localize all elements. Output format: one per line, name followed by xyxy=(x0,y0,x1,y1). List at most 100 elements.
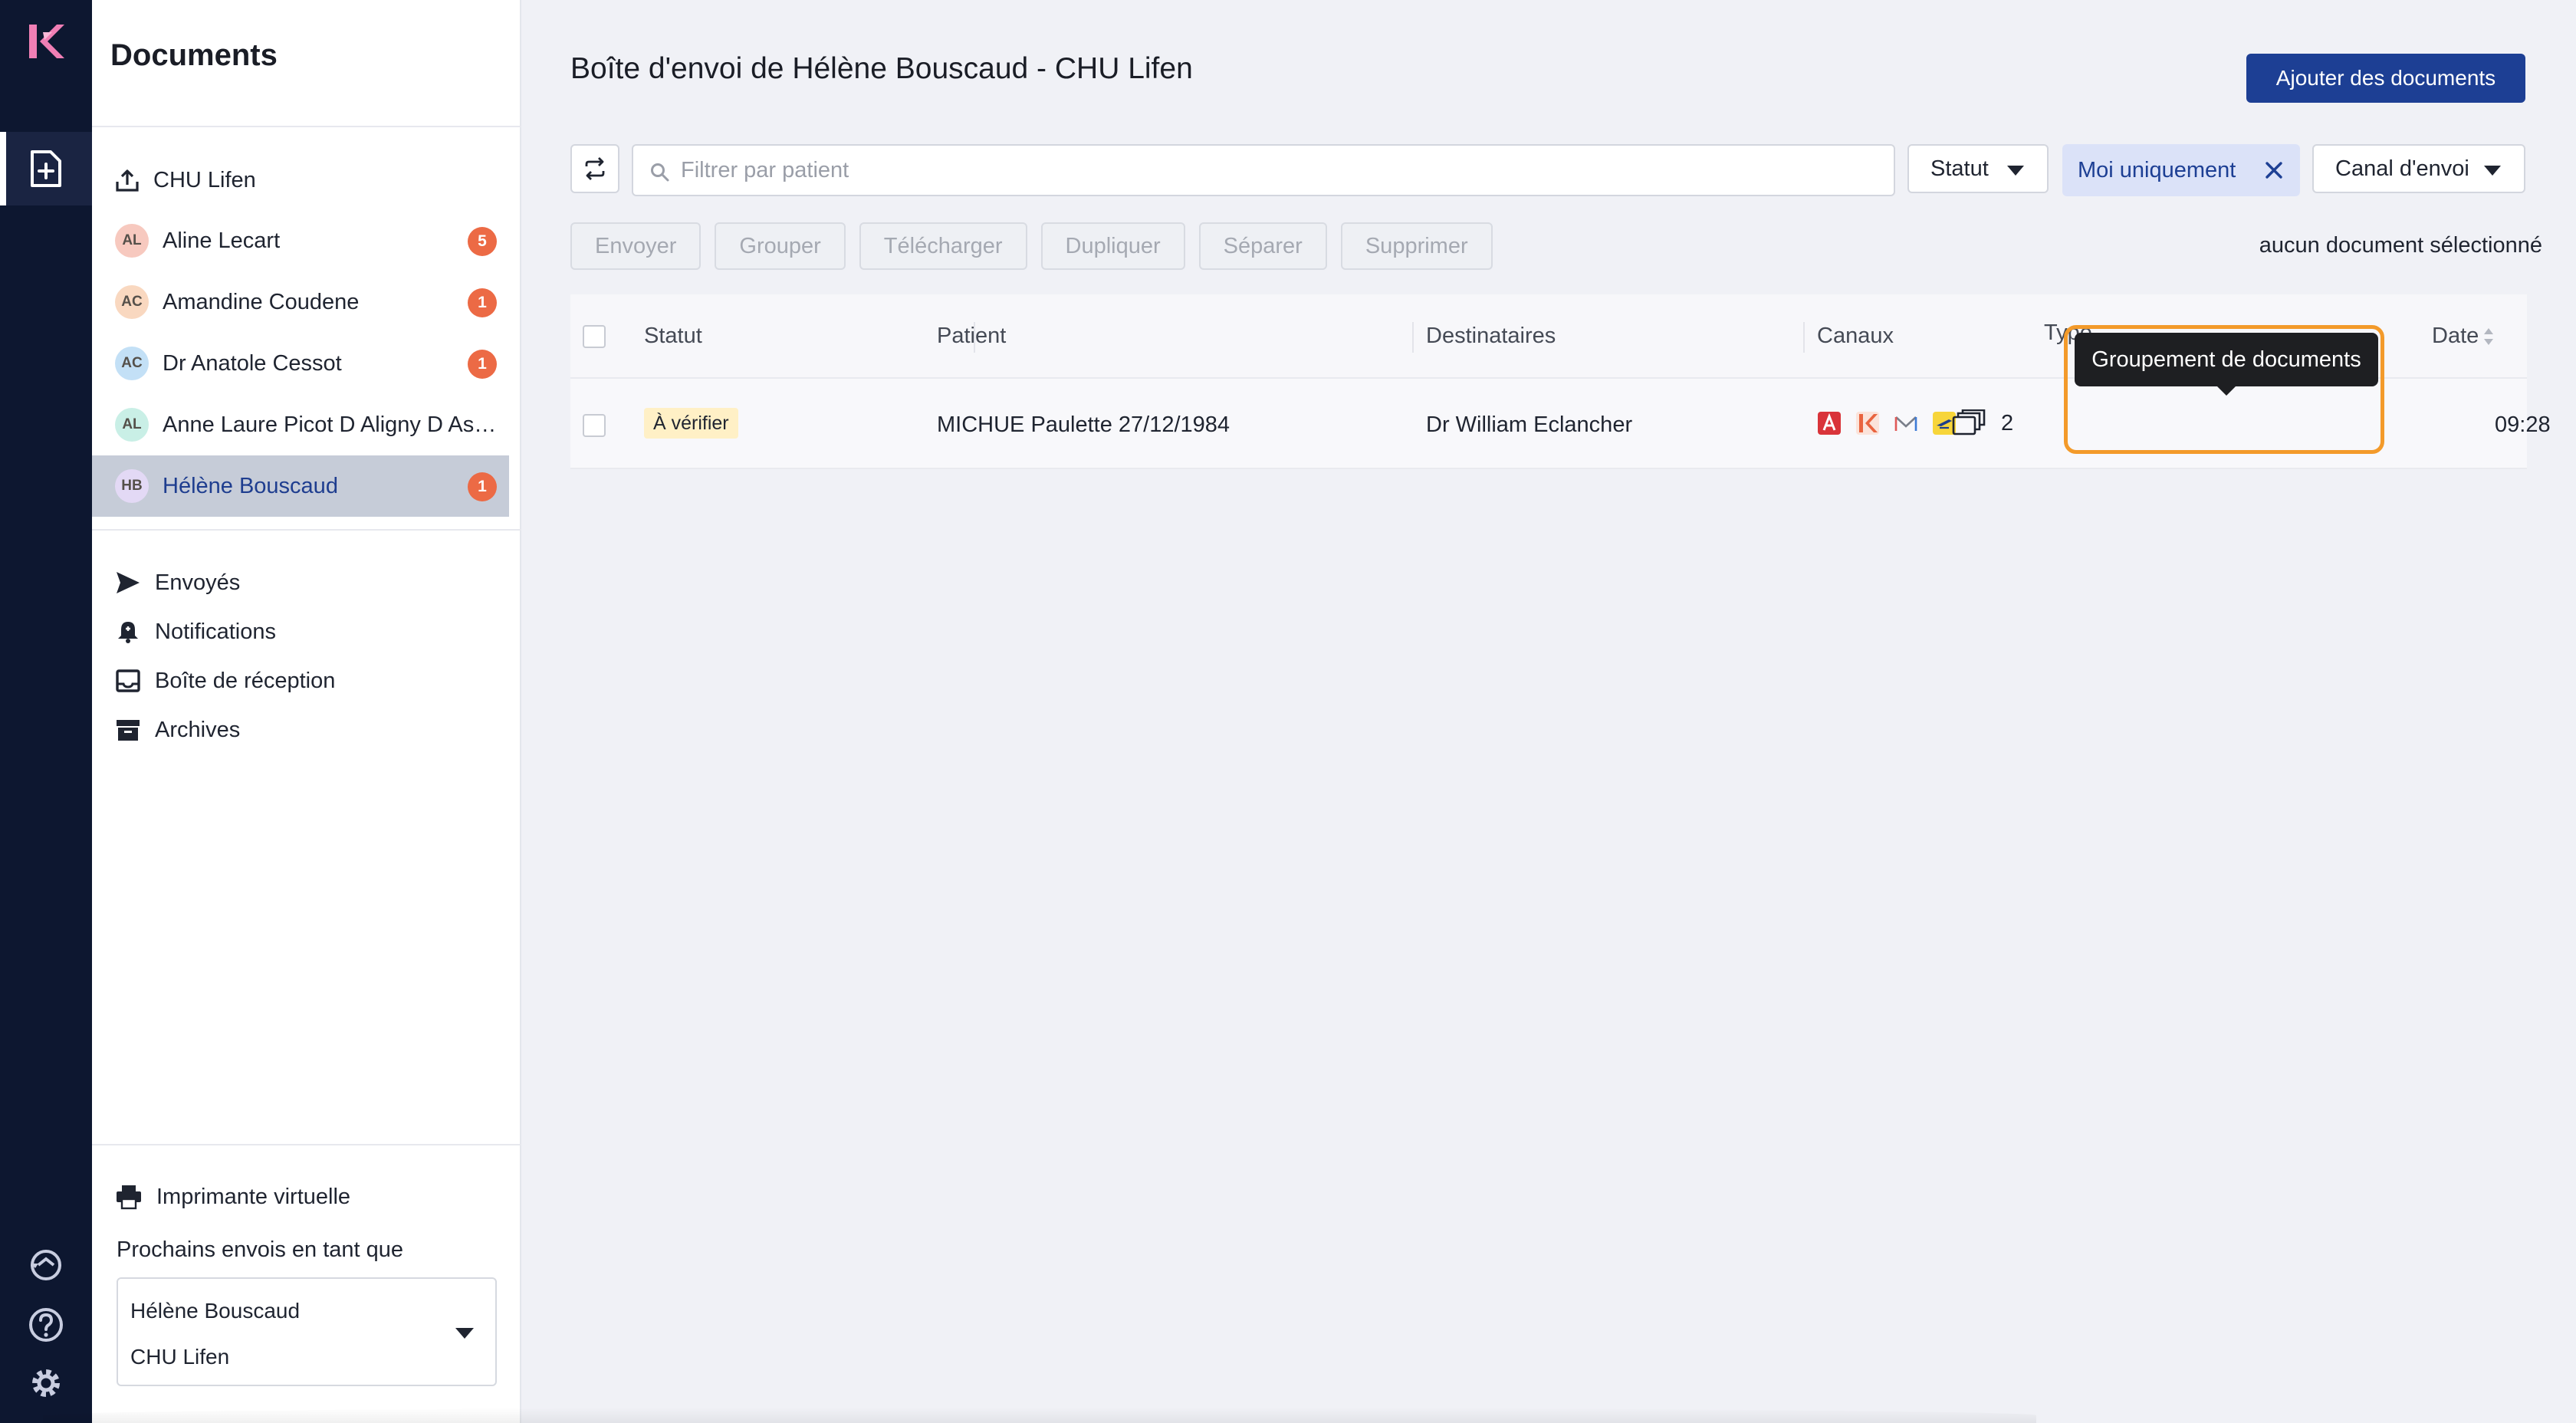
send-icon xyxy=(117,572,140,593)
column-header-patient[interactable]: Patient xyxy=(937,324,1006,349)
type-cell[interactable]: 2 xyxy=(1952,409,2013,437)
count-badge: 1 xyxy=(468,288,497,317)
close-icon[interactable] xyxy=(2265,161,2283,179)
channel-filter-dropdown[interactable]: Canal d'envoi xyxy=(2312,144,2525,193)
printer-icon xyxy=(117,1185,141,1210)
column-header-recipients[interactable]: Destinataires xyxy=(1426,324,1556,349)
me-only-filter-chip[interactable]: Moi uniquement xyxy=(2062,144,2300,196)
sidebar-item-person[interactable]: AL Anne Laure Picot D Aligny D Ass... xyxy=(92,394,509,455)
upload-tray-icon xyxy=(116,169,139,192)
count-badge: 1 xyxy=(468,350,497,379)
person-list: AL Aline Lecart 5 AC Amandine Coudene 1 … xyxy=(92,210,521,517)
document-group-icon xyxy=(1952,409,1986,435)
person-name: Aline Lecart xyxy=(163,228,281,253)
status-badge: À vérifier xyxy=(644,408,738,439)
bottom-shadow xyxy=(43,1408,2036,1423)
recipients-cell[interactable]: Dr William Eclancher xyxy=(1426,412,1632,438)
organization-label: CHU Lifen xyxy=(153,167,256,192)
person-name: Hélène Bouscaud xyxy=(163,473,338,498)
refresh-button[interactable] xyxy=(570,144,619,193)
dropdown-label: Canal d'envoi xyxy=(2335,156,2469,181)
send-as-name: Hélène Bouscaud xyxy=(130,1299,301,1323)
avatar: AC xyxy=(115,347,149,380)
avatar: AL xyxy=(115,408,149,442)
nav-label: Archives xyxy=(155,717,241,742)
column-header-date[interactable]: Date xyxy=(2432,324,2479,349)
column-divider xyxy=(1412,322,1414,353)
sidebar-item-organization[interactable]: CHU Lifen xyxy=(115,161,256,199)
send-button[interactable]: Envoyer xyxy=(570,222,702,270)
lifen-logo-icon[interactable] xyxy=(26,21,66,61)
column-header-status[interactable]: Statut xyxy=(644,324,702,349)
person-name: Dr Anatole Cessot xyxy=(163,350,342,376)
virtual-printer-link[interactable]: Imprimante virtuelle xyxy=(115,1184,350,1210)
sidebar-item-person[interactable]: AL Aline Lecart 5 xyxy=(92,210,509,271)
sort-icon[interactable] xyxy=(2482,324,2495,350)
duplicate-button[interactable]: Dupliquer xyxy=(1040,222,1185,270)
send-as-organization: CHU Lifen xyxy=(130,1345,230,1369)
dropdown-label: Statut xyxy=(1930,156,1989,181)
select-all-checkbox[interactable] xyxy=(583,325,606,348)
app-rail xyxy=(0,0,92,1423)
count-badge: 5 xyxy=(468,227,497,256)
printer-label: Imprimante virtuelle xyxy=(156,1184,351,1209)
sidebar-item-notifications[interactable]: Notifications xyxy=(115,607,335,656)
divider xyxy=(92,1144,521,1145)
document-count: 2 xyxy=(2001,410,2014,435)
sidebar-item-person[interactable]: AC Dr Anatole Cessot 1 xyxy=(92,333,509,394)
status-filter-dropdown[interactable]: Statut xyxy=(1907,144,2049,193)
row-checkbox[interactable] xyxy=(583,414,606,437)
avatar: AC xyxy=(115,285,149,319)
column-header-channels[interactable]: Canaux xyxy=(1817,324,1894,349)
nav-label: Notifications xyxy=(155,619,276,644)
add-documents-button[interactable]: Ajouter des documents xyxy=(2246,54,2525,103)
sidebar-item-archives[interactable]: Archives xyxy=(115,705,335,754)
nav-label: Boîte de réception xyxy=(155,668,336,693)
patient-cell[interactable]: MICHUE Paulette 27/12/1984 xyxy=(937,412,1230,438)
chevron-down-icon xyxy=(2007,166,2024,176)
patient-search-field[interactable] xyxy=(632,144,1895,196)
date-cell: 09:28 xyxy=(2495,412,2551,437)
sidebar-item-person-active[interactable]: HB Hélène Bouscaud 1 xyxy=(92,455,509,517)
bell-icon xyxy=(118,622,138,643)
send-as-label: Prochains envois en tant que xyxy=(117,1237,404,1262)
chip-label: Moi uniquement xyxy=(2078,157,2236,182)
swap-arrows-icon xyxy=(585,157,605,180)
nav-label: Envoyés xyxy=(155,570,241,595)
document-plus-icon xyxy=(31,150,61,187)
divider xyxy=(92,529,521,531)
chevron-down-icon xyxy=(455,1328,474,1339)
folder-nav: Envoyés Notifications Boîte de réception xyxy=(115,558,335,754)
lifen-channel-icon xyxy=(1856,412,1879,435)
sidebar-item-inbox[interactable]: Boîte de réception xyxy=(115,656,335,705)
sidebar-item-person[interactable]: AC Amandine Coudene 1 xyxy=(92,271,509,333)
avatar: AL xyxy=(115,224,149,258)
sidebar-item-sent[interactable]: Envoyés xyxy=(115,558,335,607)
search-icon xyxy=(651,163,669,182)
mssante-channel-icon xyxy=(1894,416,1917,431)
page-title: Boîte d'envoi de Hélène Bouscaud - CHU L… xyxy=(570,52,1193,85)
help-icon[interactable] xyxy=(28,1306,64,1343)
channels-cell xyxy=(1817,411,1957,435)
chevron-down-icon xyxy=(2484,166,2501,176)
selection-status: aucun document sélectionné xyxy=(2259,233,2542,258)
split-button[interactable]: Séparer xyxy=(1198,222,1327,270)
inbox-icon xyxy=(116,669,140,692)
download-button[interactable]: Télécharger xyxy=(859,222,1027,270)
column-divider xyxy=(1803,322,1805,353)
gear-icon[interactable] xyxy=(28,1365,64,1402)
dmp-channel-icon xyxy=(1818,412,1841,435)
divider xyxy=(92,126,521,127)
documents-sidebar: Documents CHU Lifen AL Aline Lecart 5 AC… xyxy=(92,0,521,1423)
avatar: HB xyxy=(115,469,149,503)
bulk-actions-toolbar: Envoyer Grouper Télécharger Dupliquer Sé… xyxy=(570,222,1493,270)
group-button[interactable]: Grouper xyxy=(715,222,846,270)
archive-icon xyxy=(117,720,140,741)
search-input[interactable] xyxy=(681,153,1877,187)
send-as-select[interactable]: Hélène Bouscaud CHU Lifen xyxy=(117,1277,497,1386)
sync-icon[interactable] xyxy=(28,1247,64,1283)
delete-button[interactable]: Supprimer xyxy=(1340,222,1493,270)
person-name: Anne Laure Picot D Aligny D Ass... xyxy=(163,412,500,437)
rail-documents-nav[interactable] xyxy=(0,132,92,205)
outbox-main: Boîte d'envoi de Hélène Bouscaud - CHU L… xyxy=(521,0,2576,1423)
